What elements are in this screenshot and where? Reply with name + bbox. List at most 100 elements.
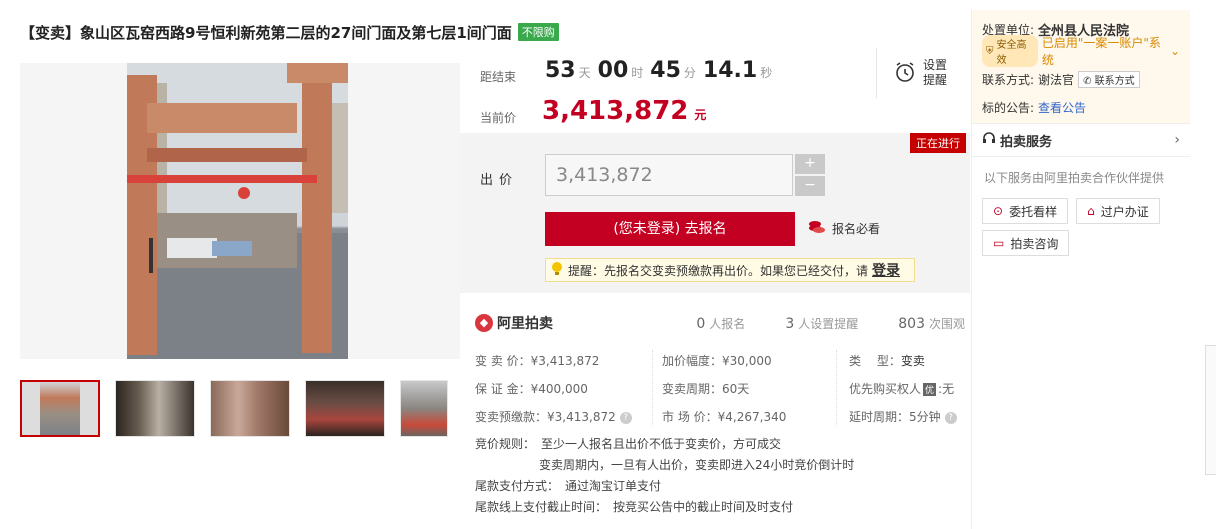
thumbnail-1[interactable]: [20, 380, 100, 437]
service-row-1: ⊙ 委托看样 ⌂ 过户办证: [972, 192, 1190, 224]
signup-count: 0 人报名: [696, 315, 746, 332]
current-price: 3,413,872 元: [542, 96, 706, 126]
side-toolbar-edge[interactable]: [1205, 345, 1216, 475]
info-cell-deposit: 保 证 金：¥400,000: [475, 382, 588, 396]
page-title: 【变卖】象山区瓦窑西路9号恒利新苑第二层的27间门面及第七层1间门面 不限购: [20, 20, 559, 44]
info-cell-sale-price: 变 卖 价：¥3,413,872: [475, 354, 600, 368]
rule-line: 变卖周期内，一旦有人出价，变卖即进入24小时竞价倒计时: [539, 458, 855, 472]
chevron-down-icon[interactable]: ⌄: [1170, 44, 1180, 58]
no-purchase-limit-badge: 不限购: [517, 23, 559, 41]
decrease-bid-button[interactable]: −: [795, 176, 825, 196]
countdown-timer: 53 天 00 时 45 分 14.1 秒: [545, 58, 776, 83]
chat-icon: ▭: [993, 236, 1005, 250]
countdown-minutes: 45: [650, 58, 681, 83]
ali-logo-text: 阿里拍卖: [497, 316, 553, 332]
rule-line: 尾款支付方式： 通过淘宝订单支付: [475, 479, 662, 493]
contact-line: 联系方式: 谢法官 ✆ 联系方式: [982, 68, 1180, 90]
entrust-viewing-button[interactable]: ⊙ 委托看样: [982, 198, 1069, 224]
notice-line: 标的公告: 查看公告: [982, 96, 1180, 118]
info-header: ◆ 阿里拍卖 0 人报名 3 人设置提醒 803 次围观: [475, 312, 965, 334]
auction-page: 【变卖】象山区瓦窑西路9号恒利新苑第二层的27间门面及第七层1间门面 不限购 距…: [0, 0, 1216, 529]
help-icon[interactable]: ?: [619, 411, 632, 424]
countdown-hours: 00: [597, 58, 629, 83]
auction-stats: 0 人报名 3 人设置提醒 803 次围观: [696, 315, 965, 332]
auction-service-title: 拍卖服务: [1000, 134, 1053, 150]
rule-line: 竞价规则： 至少一人报名且出价不低于变卖价，方可成交: [475, 437, 782, 451]
must-read-label: 报名必看: [832, 222, 881, 236]
auction-service-header[interactable]: 拍卖服务 ›: [972, 123, 1190, 157]
info-cell-market-price: 市 场 价：¥4,267,340: [662, 410, 787, 424]
ali-auction-logo: ◆ 阿里拍卖: [475, 313, 553, 333]
set-reminder-button[interactable]: 设置提醒: [876, 48, 956, 98]
lightbulb-icon: [550, 261, 564, 280]
auction-consult-button[interactable]: ▭ 拍卖咨询: [982, 230, 1070, 256]
right-sidebar: 处置单位: 全州县人民法院 ⛨ 安全高效 已启用"一案一账户"系统 ⌄ 联系方式:…: [971, 10, 1190, 529]
rule-line: 尾款线上支付截止时间： 按竞买公告中的截止时间及时支付: [475, 500, 794, 514]
view-notice-link[interactable]: 查看公告: [1038, 99, 1086, 116]
thumbnail-2[interactable]: [115, 380, 195, 437]
login-link[interactable]: 登录: [872, 260, 900, 280]
view-count: 803 次围观: [898, 315, 965, 332]
info-cell-delay: 延时周期：5分钟?: [849, 408, 957, 425]
info-cell-increment: 加价幅度：¥30,000: [662, 354, 772, 368]
house-icon: ⌂: [1087, 204, 1095, 218]
service-subtitle: 以下服务由阿里拍卖合作伙伴提供: [984, 171, 1165, 185]
contact-label: 联系方式:: [982, 72, 1035, 87]
bid-label: 出价: [480, 173, 519, 188]
info-divider-2: [836, 350, 837, 426]
contact-button[interactable]: ✆ 联系方式: [1078, 70, 1140, 88]
court-info: 处置单位: 全州县人民法院 ⛨ 安全高效 已启用"一案一账户"系统 ⌄ 联系方式:…: [972, 10, 1190, 123]
gate-illustration: [127, 63, 348, 359]
current-price-label: 当前价: [480, 111, 517, 125]
countdown-hours-unit: 时: [631, 66, 644, 80]
info-cell-type: 类 型：变卖: [849, 354, 925, 368]
bid-panel: 正在进行 出价 3,413,872 + − (您未登录) 去报名 报名必看 提醒…: [460, 133, 970, 293]
increase-bid-button[interactable]: +: [795, 154, 825, 174]
shield-icon: ⛨: [986, 45, 994, 57]
login-tip: 提醒：先报名交变卖预缴款再出价。如果您已经交付，请 登录: [545, 258, 915, 282]
system-text[interactable]: 已启用"一案一账户"系统: [1042, 34, 1166, 68]
countdown-days: 53: [545, 58, 576, 83]
system-line: ⛨ 安全高效 已启用"一案一账户"系统 ⌄: [982, 35, 1180, 67]
countdown-seconds: 14.1: [702, 58, 758, 83]
safe-badge: ⛨ 安全高效: [982, 35, 1038, 67]
thumbnail-strip: [20, 380, 448, 437]
bid-stepper: + −: [795, 154, 825, 196]
countdown-days-unit: 天: [578, 66, 591, 80]
current-price-value: 3,413,872: [542, 96, 689, 126]
property-photo: [127, 63, 348, 359]
priority-badge-icon: 优: [923, 383, 937, 396]
title-text: 【变卖】象山区瓦窑西路9号恒利新苑第二层的27间门面及第七层1间门面: [20, 23, 512, 42]
bid-amount-input[interactable]: 3,413,872: [545, 154, 793, 196]
thumbnail-3[interactable]: [210, 380, 290, 437]
notice-label: 标的公告:: [982, 100, 1035, 115]
info-divider-1: [652, 350, 653, 426]
status-badge: 正在进行: [910, 133, 966, 153]
info-cell-priority-buyer: 优先购买权人优:无: [849, 382, 955, 396]
phone-icon: ✆: [1083, 75, 1092, 87]
info-cell-prepayment: 变卖预缴款：¥3,413,872?: [475, 408, 632, 425]
main-image[interactable]: [20, 63, 460, 359]
signup-button[interactable]: (您未登录) 去报名: [545, 212, 795, 246]
alarm-clock-icon: [893, 60, 917, 87]
countdown-seconds-unit: 秒: [760, 66, 773, 80]
service-row-2: ▭ 拍卖咨询: [972, 224, 1190, 256]
countdown-minutes-unit: 分: [683, 66, 696, 80]
help-icon[interactable]: ?: [944, 411, 957, 424]
location-pin-icon: ⊙: [993, 204, 1004, 218]
must-read-link[interactable]: 报名必看: [808, 220, 880, 237]
contact-name: 谢法官: [1038, 72, 1075, 87]
info-cell-period: 变卖周期：60天: [662, 382, 750, 396]
countdown-label: 距结束: [480, 70, 517, 84]
thumbnail-4[interactable]: [305, 380, 385, 437]
set-reminder-label: 设置提醒: [923, 58, 948, 87]
ali-logo-icon: ◆: [475, 314, 493, 332]
coins-icon: [808, 220, 826, 237]
transfer-license-button[interactable]: ⌂ 过户办证: [1076, 198, 1160, 224]
chevron-right-icon: ›: [1174, 132, 1180, 148]
reminder-count: 3 人设置提醒: [785, 315, 859, 332]
headset-icon: [982, 131, 996, 149]
thumbnail-5[interactable]: [400, 380, 448, 437]
tip-text: 提醒：先报名交变卖预缴款再出价。如果您已经交付，请: [568, 263, 869, 278]
auction-rules: 竞价规则： 至少一人报名且出价不低于变卖价，方可成交 变卖周期内，一旦有人出价，变…: [475, 434, 854, 518]
